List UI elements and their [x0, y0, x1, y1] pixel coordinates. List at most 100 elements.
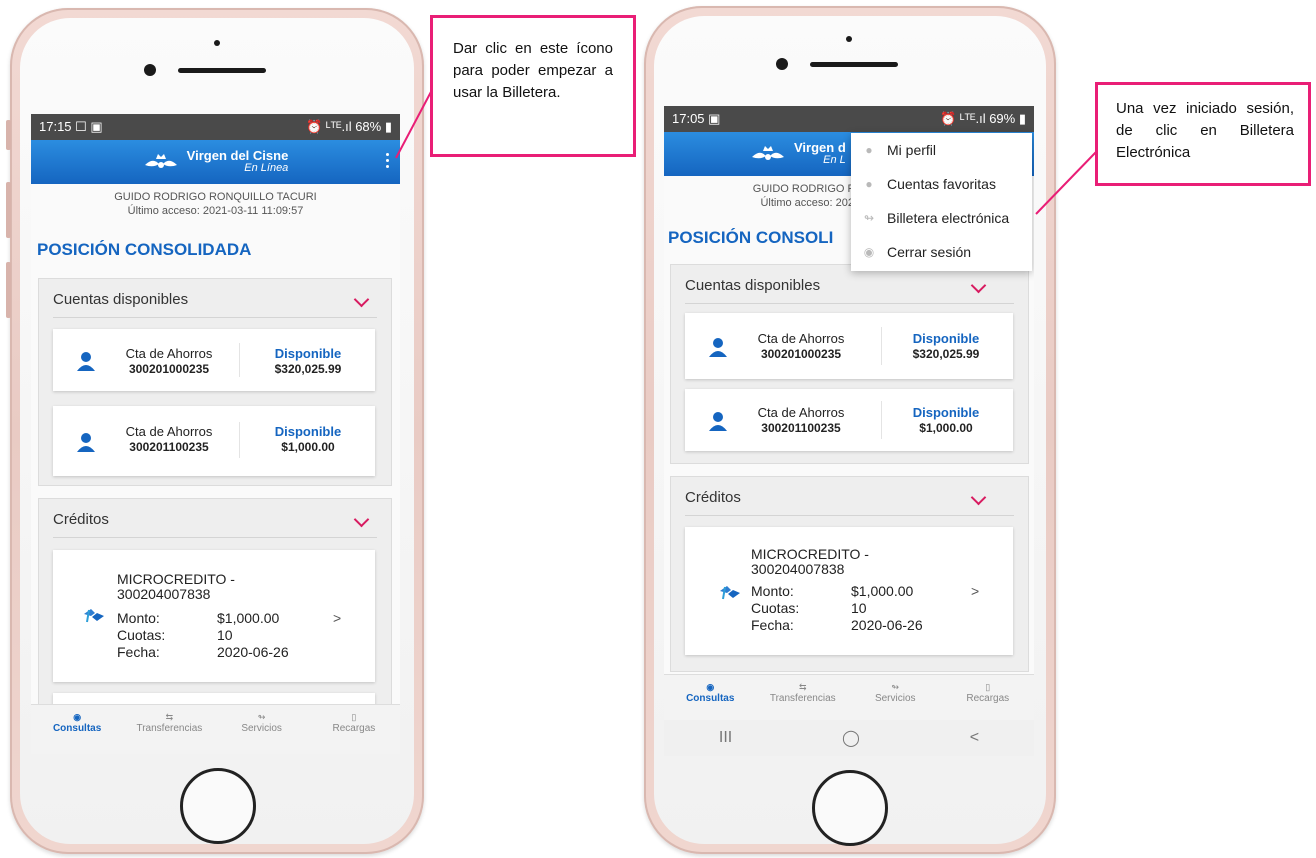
menu-item-cuentas-favoritas[interactable]: ● Cuentas favoritas — [851, 167, 1032, 201]
user-icon — [709, 412, 727, 431]
account-number: 300201000235 — [760, 347, 842, 361]
front-sensor — [214, 40, 220, 46]
account-type: Cta de Ahorros — [757, 331, 845, 346]
available-label: Disponible — [274, 346, 342, 361]
screen-right: 17:05 ▣ ⏰ ᴸᵀᴱ.ıl 69% ▮ Virgen d En L GUI… — [664, 106, 1034, 756]
status-indicators: ⏰ ᴸᵀᴱ.ıl 68% ▮ — [306, 119, 392, 134]
credit-card[interactable]: MICROCREDITO - 300204007838 Monto: $1,000… — [685, 527, 1013, 655]
fecha-value: 2020-06-26 — [217, 644, 289, 660]
account-info: Cta de Ahorros 300201100235 — [109, 424, 229, 455]
tab-consultas[interactable]: ◉ Consultas — [31, 705, 123, 754]
divider — [239, 343, 240, 377]
user-name: GUIDO RODRIGO RO — [752, 183, 864, 195]
front-camera — [776, 58, 788, 70]
chevron-down-icon[interactable] — [353, 511, 370, 528]
credits-panel: Créditos MICROCREDITO - 300204007838 Mon… — [670, 476, 1029, 672]
cuotas-value: 10 — [217, 627, 233, 643]
tab-recargas[interactable]: ▯ Recargas — [942, 675, 1035, 721]
tab-transferencias[interactable]: ⇆ Transferencias — [757, 675, 850, 721]
mobile-phone-icon: ▯ — [351, 712, 357, 722]
credits-panel: Créditos MICROCREDITO - 300204007838 Mon… — [38, 498, 392, 738]
back-button[interactable]: < — [970, 729, 979, 747]
credits-panel-header[interactable]: Créditos — [685, 489, 1014, 516]
status-bar: 17:05 ▣ ⏰ ᴸᵀᴱ.ıl 69% ▮ — [664, 106, 1034, 132]
status-bar: 17:15 ☐ ▣ ⏰ ᴸᵀᴱ.ıl 68% ▮ — [31, 114, 400, 140]
app-logo: Virgen d En L — [750, 140, 846, 166]
user-icon — [709, 338, 727, 357]
divider — [239, 422, 240, 458]
account-card[interactable]: Cta de Ahorros 300201100235 Disponible $… — [685, 389, 1013, 451]
cuotas-label: Cuotas: — [751, 600, 800, 616]
home-button[interactable] — [812, 770, 888, 846]
callout-connector — [1035, 151, 1097, 215]
accounts-panel-header[interactable]: Cuentas disponibles — [685, 277, 1014, 304]
transfer-arrows-icon: ⇆ — [165, 712, 174, 722]
menu-item-label: Cerrar sesión — [887, 244, 972, 260]
fecha-value: 2020-06-26 — [851, 617, 923, 633]
account-balance: Disponible $1,000.00 — [253, 424, 363, 455]
available-label: Disponible — [912, 405, 980, 420]
tab-transferencias[interactable]: ⇆ Transferencias — [123, 705, 215, 754]
menu-item-billetera[interactable]: ↬ Billetera electrónica — [851, 201, 1032, 235]
credits-panel-title: Créditos — [53, 511, 109, 528]
available-label: Disponible — [274, 424, 342, 439]
monto-label: Monto: — [117, 610, 160, 626]
tab-servicios[interactable]: ↬ Servicios — [849, 675, 942, 721]
status-time: 17:05 ▣ — [672, 111, 721, 126]
credits-panel-header[interactable]: Créditos — [53, 511, 377, 538]
credit-product: MICROCREDITO - — [751, 546, 869, 562]
chevron-right-icon[interactable]: > — [971, 583, 979, 599]
cuotas-value: 10 — [851, 600, 867, 616]
volume-button — [6, 182, 11, 238]
callout-left: Dar clic en este ícono para poder empeza… — [430, 15, 636, 157]
brand-name: Virgen d — [794, 140, 846, 155]
home-nav-button[interactable]: ◯ — [842, 728, 860, 748]
callout-right: Una vez iniciado sesión, de clic en Bill… — [1095, 82, 1311, 186]
monto-label: Monto: — [751, 583, 794, 599]
account-info: Cta de Ahorros 300201000235 — [109, 346, 229, 377]
chevron-down-icon[interactable] — [970, 277, 987, 294]
speaker-grille — [810, 62, 898, 67]
volume-button — [6, 120, 11, 150]
location-pin-icon: ◉ — [73, 712, 82, 722]
credit-number: 300204007838 — [751, 561, 845, 577]
menu-item-cerrar-sesion[interactable]: ◉ Cerrar sesión — [851, 235, 1032, 269]
cuotas-label: Cuotas: — [117, 627, 166, 643]
menu-item-mi-perfil[interactable]: ● Mi perfil — [851, 133, 1032, 167]
tab-label: Servicios — [874, 693, 916, 704]
speaker-grille — [178, 68, 266, 73]
user-name: GUIDO RODRIGO RONQUILLO TACURI — [114, 191, 317, 203]
bottom-nav: ◉ Consultas ⇆ Transferencias ↬ Servicios ▯ R… — [664, 674, 1034, 721]
tab-label: Transferencias — [769, 693, 836, 704]
handshake-icon — [84, 609, 104, 623]
credit-card[interactable]: MICROCREDITO - 300204007838 Monto: $1,000… — [53, 550, 375, 682]
bottom-nav: ◉ Consultas ⇆ Transferencias ↬ Servicios ▯ R… — [31, 704, 400, 754]
tab-recargas[interactable]: ▯ Recargas — [308, 705, 400, 754]
account-balance: Disponible $320,025.99 — [891, 331, 1001, 362]
fecha-label: Fecha: — [117, 644, 160, 660]
available-amount: $320,025.99 — [274, 362, 342, 376]
recent-apps-button[interactable]: III — [719, 729, 732, 747]
logout-icon: ◉ — [863, 245, 875, 259]
chevron-right-icon[interactable]: > — [333, 610, 341, 626]
account-balance: Disponible $1,000.00 — [891, 405, 1001, 436]
services-icon: ↬ — [257, 712, 266, 722]
menu-item-label: Cuentas favoritas — [887, 176, 996, 192]
user-icon — [77, 352, 95, 371]
tab-label: Consultas — [686, 693, 735, 704]
account-card[interactable]: Cta de Ahorros 300201000235 Disponible $… — [685, 313, 1013, 379]
credit-details: Monto: $1,000.00 Cuotas: 10 Fecha: 2020-06-… — [117, 610, 317, 661]
tab-servicios[interactable]: ↬ Servicios — [216, 705, 308, 754]
accounts-panel: Cuentas disponibles Cta de Ahorros 30020… — [38, 278, 392, 486]
tab-consultas[interactable]: ◉ Consultas — [664, 675, 757, 721]
overflow-menu: ● Mi perfil ● Cuentas favoritas ↬ Billetera… — [851, 133, 1032, 271]
brand-subtitle: En Línea — [244, 162, 289, 174]
accounts-panel-header[interactable]: Cuentas disponibles — [53, 291, 377, 318]
account-card[interactable]: Cta de Ahorros 300201100235 Disponible $… — [53, 406, 375, 476]
chevron-down-icon[interactable] — [353, 291, 370, 308]
chevron-down-icon[interactable] — [970, 489, 987, 506]
account-number: 300201100235 — [129, 440, 209, 454]
location-pin-icon: ◉ — [706, 682, 715, 692]
home-button[interactable] — [180, 768, 256, 844]
account-card[interactable]: Cta de Ahorros 300201000235 Disponible $… — [53, 329, 375, 391]
